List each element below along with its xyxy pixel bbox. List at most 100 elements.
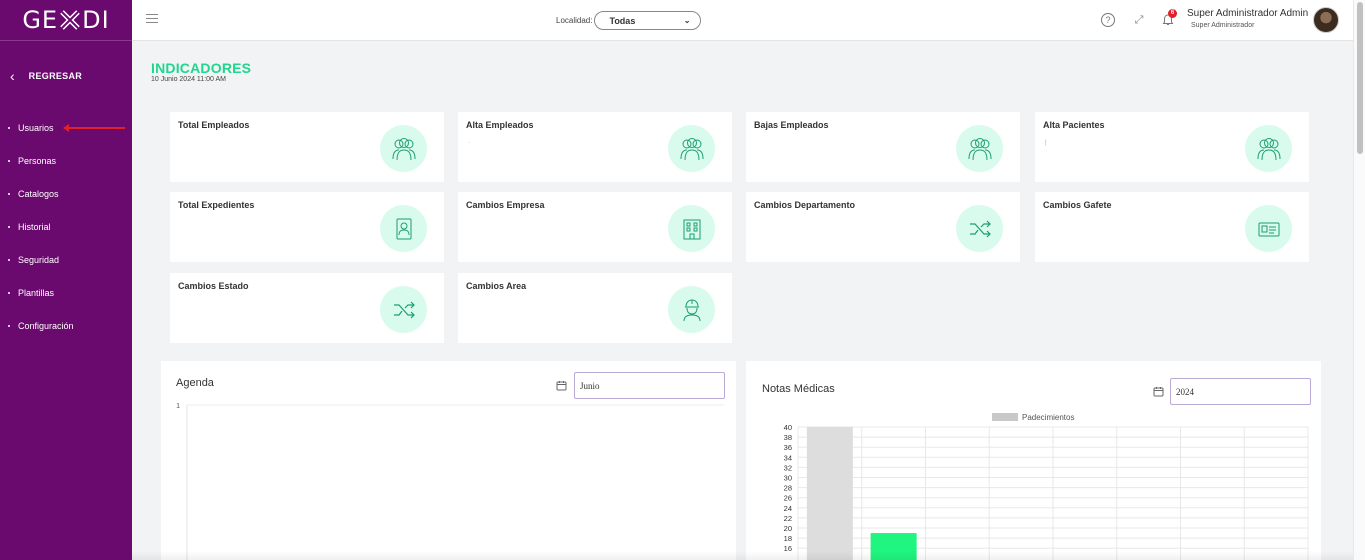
indicator-label: Cambios Departamento bbox=[754, 200, 856, 210]
agenda-title: Agenda bbox=[176, 377, 214, 389]
location-filter: Localidad: Todas ⌄ bbox=[556, 11, 702, 30]
worker-icon bbox=[668, 286, 715, 333]
indicator-card-alta-pacientes[interactable]: Alta Pacientes | bbox=[1035, 112, 1309, 182]
group-icon bbox=[1245, 125, 1292, 172]
y-tick-label: 26 bbox=[784, 494, 792, 503]
topbar: Localidad: Todas ⌄ ? ⤢ 6 Super Administr… bbox=[132, 0, 1353, 41]
sidebar-item-label: Catalogos bbox=[18, 188, 59, 199]
logo[interactable]: GE DI bbox=[0, 0, 132, 41]
bullet-icon bbox=[8, 225, 10, 228]
y-tick-label: 24 bbox=[784, 504, 792, 513]
sidebar-item-personas[interactable]: Personas bbox=[0, 144, 132, 177]
logo-mark-icon bbox=[60, 10, 80, 30]
sidebar-item-historial[interactable]: Historial bbox=[0, 210, 132, 243]
agenda-chart: 1 bbox=[176, 403, 724, 560]
main-content: INDICADORES 10 Junio 2024 11:00 AM Total… bbox=[132, 41, 1353, 560]
location-value: Todas bbox=[609, 15, 636, 26]
menu-toggle-icon[interactable] bbox=[146, 14, 158, 26]
legend-swatch bbox=[992, 413, 1018, 421]
bar bbox=[806, 427, 853, 560]
user-role: Super Administrador bbox=[1191, 22, 1255, 29]
notas-medicas-panel: Notas Médicas 2024 Padecimientos 16 18 20 22… bbox=[746, 361, 1321, 560]
fullscreen-icon[interactable]: ⤢ bbox=[1132, 13, 1146, 27]
agenda-panel: Agenda Junio 1 bbox=[161, 361, 736, 560]
bullet-icon bbox=[8, 258, 10, 261]
sidebar-item-configuracion[interactable]: Configuración bbox=[0, 309, 132, 342]
sidebar-item-label: Personas bbox=[18, 155, 57, 166]
y-tick-label: 30 bbox=[784, 474, 792, 483]
calendar-icon[interactable] bbox=[556, 380, 567, 391]
avatar[interactable] bbox=[1313, 7, 1339, 33]
sidebar-item-label: Configuración bbox=[18, 320, 74, 331]
group-icon bbox=[380, 125, 427, 172]
sidebar-item-usuarios[interactable]: Usuarios bbox=[0, 111, 132, 144]
footer-shadow bbox=[132, 551, 1353, 560]
y-tick-label: 28 bbox=[784, 484, 792, 493]
agenda-y-tick: 1 bbox=[176, 403, 180, 410]
agenda-month-input[interactable]: Junio bbox=[574, 372, 725, 399]
id-badge-icon bbox=[380, 205, 427, 252]
bullet-icon bbox=[8, 324, 10, 327]
scrollbar[interactable] bbox=[1353, 0, 1365, 560]
y-tick-label: 40 bbox=[784, 423, 792, 432]
bullet-icon bbox=[8, 159, 10, 162]
indicator-card-alta-empleados[interactable]: Alta Empleados · bbox=[458, 112, 732, 182]
sidebar-item-label: Usuarios bbox=[18, 122, 54, 133]
sidebar-item-label: Plantillas bbox=[18, 287, 55, 298]
indicator-card-cambios-gafete[interactable]: Cambios Gafete bbox=[1035, 192, 1309, 262]
indicator-label: Cambios Empresa bbox=[466, 200, 545, 210]
sidebar-item-label: Historial bbox=[18, 221, 51, 232]
y-tick-label: 18 bbox=[784, 534, 792, 543]
sidebar: GE DI ‹ REGRESAR Usuarios Personas Catal… bbox=[0, 0, 132, 560]
page-title: INDICADORES bbox=[151, 60, 252, 76]
indicator-label: Cambios Gafete bbox=[1043, 200, 1112, 210]
scrollbar-thumb[interactable] bbox=[1357, 2, 1363, 154]
group-icon bbox=[956, 125, 1003, 172]
user-menu[interactable]: Super Administrador Admin Super Administ… bbox=[1187, 8, 1308, 29]
indicator-label: Cambios Area bbox=[466, 281, 527, 291]
notas-chart: Padecimientos16182022242628303234363840 bbox=[784, 413, 1309, 560]
location-label: Localidad: bbox=[556, 16, 593, 25]
chevron-down-icon: ⌄ bbox=[683, 16, 691, 25]
indicator-value: | bbox=[1045, 140, 1047, 146]
bullet-icon bbox=[8, 192, 10, 195]
sidebar-item-catalogos[interactable]: Catalogos bbox=[0, 177, 132, 210]
y-tick-label: 36 bbox=[784, 443, 792, 452]
id-card-icon bbox=[1245, 205, 1292, 252]
y-tick-label: 20 bbox=[784, 524, 792, 533]
sidebar-item-label: Seguridad bbox=[18, 254, 60, 265]
indicator-card-cambios-departamento[interactable]: Cambios Departamento bbox=[746, 192, 1020, 262]
y-tick-label: 38 bbox=[784, 433, 792, 442]
sidebar-menu: Usuarios Personas Catalogos Historial Se… bbox=[0, 111, 132, 342]
back-label: REGRESAR bbox=[28, 71, 83, 81]
logo-text-right: DI bbox=[82, 6, 110, 34]
page-date: 10 Junio 2024 11:00 AM bbox=[151, 76, 226, 83]
indicator-card-total-empleados[interactable]: Total Empleados bbox=[170, 112, 444, 182]
indicator-card-cambios-estado[interactable]: Cambios Estado bbox=[170, 273, 444, 343]
indicator-card-total-expedientes[interactable]: Total Expedientes bbox=[170, 192, 444, 262]
indicator-label: Bajas Empleados bbox=[754, 120, 829, 130]
shuffle-icon bbox=[956, 205, 1003, 252]
sidebar-item-seguridad[interactable]: Seguridad bbox=[0, 243, 132, 276]
shuffle-icon bbox=[380, 286, 427, 333]
user-name: Super Administrador Admin bbox=[1187, 8, 1309, 19]
indicator-card-bajas-empleados[interactable]: Bajas Empleados bbox=[746, 112, 1020, 182]
bullet-icon bbox=[8, 126, 10, 129]
group-icon bbox=[668, 125, 715, 172]
location-select[interactable]: Todas ⌄ bbox=[594, 11, 702, 30]
notas-title: Notas Médicas bbox=[762, 383, 835, 395]
indicator-card-cambios-empresa[interactable]: Cambios Empresa bbox=[458, 192, 732, 262]
back-button[interactable]: ‹ REGRESAR bbox=[0, 41, 132, 111]
indicator-label: Cambios Estado bbox=[178, 281, 249, 291]
annotation-arrow bbox=[63, 124, 125, 132]
sidebar-item-plantillas[interactable]: Plantillas bbox=[0, 276, 132, 309]
notification-badge: 6 bbox=[1168, 9, 1177, 18]
indicator-value: · bbox=[468, 140, 470, 146]
calendar-icon[interactable] bbox=[1153, 386, 1164, 397]
building-icon bbox=[668, 205, 715, 252]
indicator-card-cambios-area[interactable]: Cambios Area bbox=[458, 273, 732, 343]
chevron-left-icon: ‹ bbox=[10, 68, 15, 84]
legend-label: Padecimientos bbox=[1022, 413, 1074, 422]
notas-year-input[interactable]: 2024 bbox=[1170, 378, 1311, 405]
help-icon[interactable]: ? bbox=[1101, 13, 1115, 27]
